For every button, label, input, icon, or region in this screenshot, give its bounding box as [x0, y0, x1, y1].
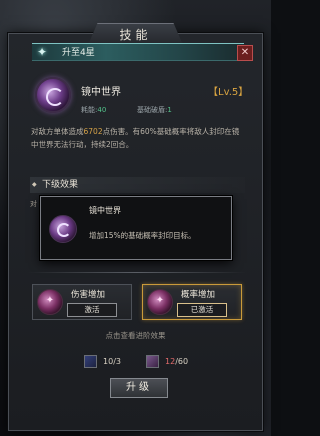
skill-description: 对敌方单体造成6702点伤害。有60%基础概率将敌人封印在镜中世界无法行动，持续…	[31, 125, 245, 151]
advanced-effect-hint[interactable]: 点击查看进阶效果	[0, 330, 271, 341]
book-count: 10/3	[103, 357, 121, 366]
sub-effect-title: 下级效果	[30, 177, 245, 193]
scroll-need: 60	[177, 357, 189, 366]
upgrade-star-label: 升至4星	[62, 48, 95, 58]
mirror-swirl-icon	[49, 215, 77, 243]
effect-name: 概率增加	[181, 290, 216, 300]
upgrade-star-bar: 升至4星	[32, 43, 244, 61]
resource-book: 10/3	[84, 355, 121, 369]
skill-icon	[35, 77, 71, 113]
damage-value: 6702	[83, 127, 103, 136]
skill-name: 镜中世界	[81, 87, 121, 98]
energy-cost-label: 耗能:	[81, 106, 98, 114]
window-title: 技能	[88, 23, 183, 45]
close-button[interactable]: ✕	[237, 45, 253, 61]
desc-prefix: 对敌方单体造成	[31, 127, 84, 136]
scroll-count: 12/60	[165, 357, 189, 366]
book-need: 3	[115, 357, 121, 366]
effect-card-probability[interactable]: 概率增加 已激活	[142, 284, 242, 320]
activated-button[interactable]: 已激活	[177, 303, 227, 317]
shield-break-label: 基础破盾:	[137, 106, 168, 114]
effect-tooltip: 镜中世界 增加15%的基础概率封印目标。	[40, 196, 232, 260]
scroll-have: 12	[165, 357, 176, 366]
tooltip-title: 镜中世界	[89, 206, 121, 215]
effect-name: 伤害增加	[71, 290, 106, 300]
energy-cost-value: 40	[97, 106, 107, 114]
activate-button[interactable]: 激活	[67, 303, 117, 317]
sub-effect-text: 对	[30, 200, 37, 208]
shield-break: 基础破盾:1	[137, 105, 172, 115]
shield-break-value: 1	[167, 106, 172, 114]
probability-up-icon	[147, 289, 173, 315]
book-have: 10	[103, 357, 114, 366]
damage-up-icon	[37, 289, 63, 315]
star-icon: ✦	[36, 45, 48, 59]
scroll-icon	[146, 355, 159, 368]
book-icon	[84, 355, 97, 368]
energy-cost: 耗能:40	[81, 105, 106, 115]
effect-card-damage[interactable]: 伤害增加 激活	[32, 284, 132, 320]
skill-level: 【Lv.5】	[208, 87, 249, 98]
resource-scroll: 12/60	[146, 355, 188, 369]
upgrade-button[interactable]: 升级	[110, 378, 168, 398]
tooltip-description: 增加15%的基础概率封印目标。	[89, 231, 196, 240]
divider	[28, 272, 246, 273]
